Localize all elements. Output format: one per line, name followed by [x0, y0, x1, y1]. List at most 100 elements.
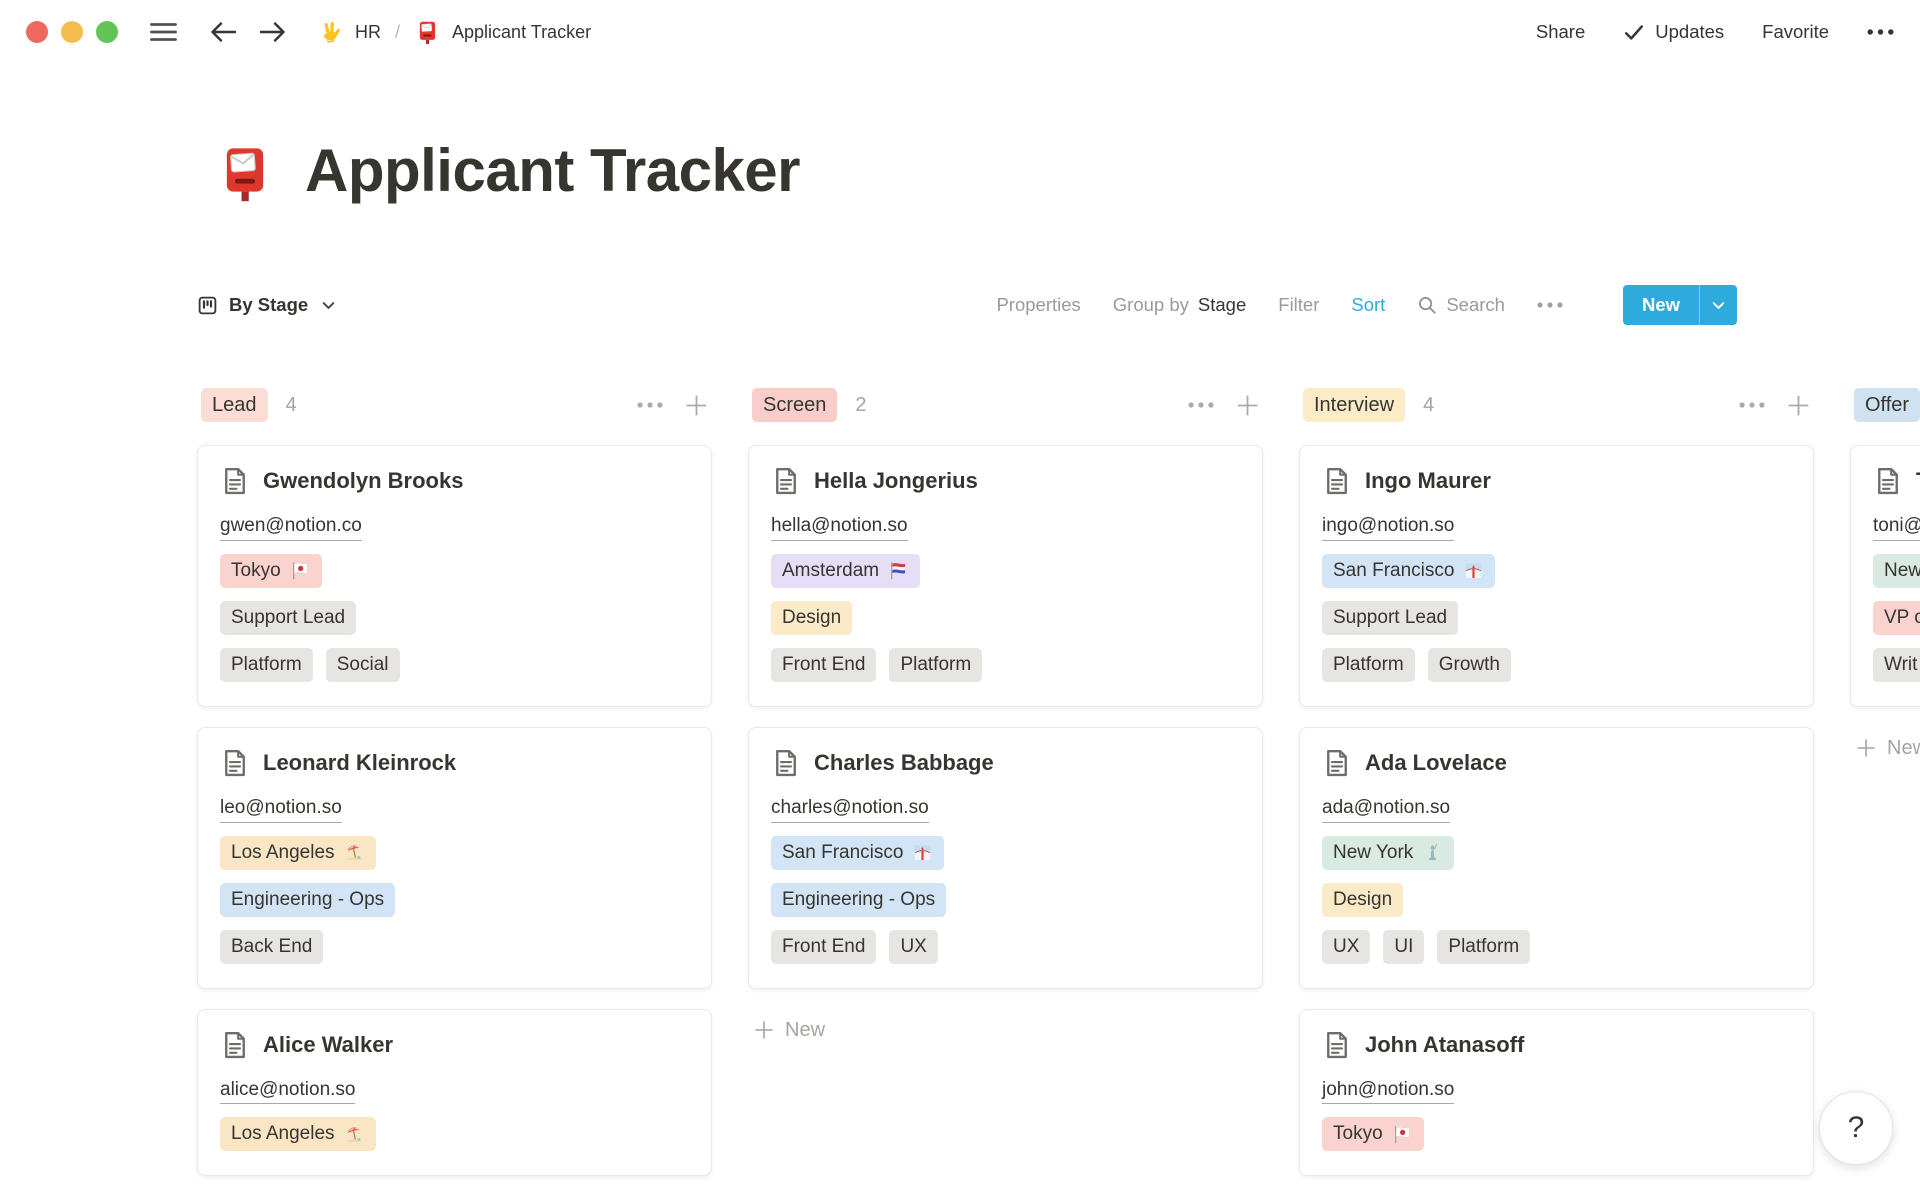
tag-label: San Francisco [782, 840, 903, 866]
tag: Growth [1428, 648, 1511, 682]
add-card-label: New [785, 1019, 825, 1042]
toolbar-more-icon[interactable] [1537, 302, 1563, 308]
card-email-link[interactable]: ingo@notion.so [1322, 514, 1454, 541]
tag: San Francisco [1322, 554, 1495, 588]
victory-hand-icon [317, 19, 344, 46]
column-name-badge[interactable]: Offer [1854, 388, 1920, 422]
bridge-icon [1463, 560, 1484, 581]
page-postbox-icon[interactable] [213, 142, 277, 206]
tag: Los Angeles [220, 836, 376, 870]
view-toolbar: By Stage Properties Group by Stage Filte… [197, 283, 1737, 327]
card-email-row: alice@notion.so [220, 1078, 689, 1105]
tag-row: Amsterdam [771, 554, 1240, 588]
add-card-button[interactable]: New [748, 1019, 1263, 1042]
tag-row: Los Angeles [220, 1117, 689, 1151]
tag-label: Design [1333, 887, 1392, 913]
tag: Tokyo [220, 554, 322, 588]
card-email-link[interactable]: ada@notion.so [1322, 796, 1450, 823]
new-button-dropdown[interactable] [1699, 285, 1737, 325]
toolbar-group-by[interactable]: Group by Stage [1113, 294, 1246, 316]
applicant-card[interactable]: Ada Lovelace ada@notion.so New York Desi… [1299, 727, 1814, 989]
card-email-row: gwen@notion.co [220, 514, 689, 541]
close-window-button[interactable] [26, 21, 48, 43]
tag: Support Lead [220, 601, 356, 635]
forward-arrow-icon[interactable] [259, 20, 287, 44]
view-tab-label: By Stage [229, 294, 308, 316]
tag-label: Engineering - Ops [782, 887, 935, 913]
column-add-icon[interactable] [1787, 394, 1810, 417]
tag-row: New [1873, 554, 1920, 588]
card-email-row: ingo@notion.so [1322, 514, 1791, 541]
tag-row: Platform Social [220, 648, 689, 682]
tag: UI [1383, 930, 1424, 964]
column-more-icon[interactable] [1739, 402, 1765, 408]
applicant-card[interactable]: Ingo Maurer ingo@notion.so San Francisco… [1299, 445, 1814, 707]
column-name-badge[interactable]: Lead [201, 388, 268, 422]
applicant-card[interactable]: Leonard Kleinrock leo@notion.so Los Ange… [197, 727, 712, 989]
card-title-row: T [1873, 466, 1920, 496]
help-button[interactable]: ? [1819, 1091, 1893, 1165]
updates-button[interactable]: Updates [1623, 21, 1724, 43]
card-email-link[interactable]: toni@ [1873, 514, 1920, 541]
card-email-link[interactable]: charles@notion.so [771, 796, 929, 823]
tag: Los Angeles [220, 1117, 376, 1151]
column-name-badge[interactable]: Screen [752, 388, 837, 422]
applicant-card[interactable]: T toni@ New VP o Writ [1850, 445, 1920, 707]
breadcrumb-workspace[interactable]: HR [355, 22, 381, 43]
card-email-link[interactable]: john@notion.so [1322, 1078, 1454, 1105]
sidebar-menu-icon[interactable] [150, 22, 177, 42]
applicant-card[interactable]: Charles Babbage charles@notion.so San Fr… [748, 727, 1263, 989]
add-card-label: New [1887, 737, 1920, 760]
view-tab-by-stage[interactable]: By Stage [197, 294, 335, 316]
updates-label: Updates [1655, 21, 1724, 43]
more-options-icon[interactable] [1867, 29, 1894, 35]
card-email-row: leo@notion.so [220, 796, 689, 823]
board-column: Screen 2 Hella Jongerius hella@notion.so… [748, 387, 1263, 1176]
add-card-button[interactable]: New [1850, 737, 1920, 760]
column-name-badge[interactable]: Interview [1303, 388, 1405, 422]
page-title[interactable]: Applicant Tracker [305, 136, 800, 205]
back-arrow-icon[interactable] [209, 20, 237, 44]
favorite-button[interactable]: Favorite [1762, 21, 1829, 43]
share-button[interactable]: Share [1536, 21, 1585, 43]
toolbar-sort[interactable]: Sort [1351, 294, 1385, 316]
card-title: Leonard Kleinrock [263, 750, 456, 776]
plus-icon [1856, 738, 1876, 758]
card-title-row: Leonard Kleinrock [220, 748, 689, 778]
toolbar-search[interactable]: Search [1417, 294, 1505, 316]
toolbar-properties[interactable]: Properties [996, 294, 1080, 316]
column-add-icon[interactable] [1236, 394, 1259, 417]
card-email-link[interactable]: hella@notion.so [771, 514, 908, 541]
zoom-window-button[interactable] [96, 21, 118, 43]
card-email-link[interactable]: gwen@notion.co [220, 514, 362, 541]
breadcrumb-page[interactable]: Applicant Tracker [452, 22, 591, 43]
tag-label: Support Lead [231, 605, 345, 631]
tag-row: Design [1322, 883, 1791, 917]
column-more-icon[interactable] [1188, 402, 1214, 408]
column-add-icon[interactable] [685, 394, 708, 417]
applicant-card[interactable]: Hella Jongerius hella@notion.so Amsterda… [748, 445, 1263, 707]
plus-icon [754, 1020, 774, 1040]
column-cards: T toni@ New VP o Writ [1850, 445, 1920, 707]
column-more-icon[interactable] [637, 402, 663, 408]
page-header: Applicant Tracker [213, 136, 800, 206]
tag-label: Design [782, 605, 841, 631]
card-email-link[interactable]: alice@notion.so [220, 1078, 355, 1105]
toolbar-filter[interactable]: Filter [1278, 294, 1319, 316]
new-button[interactable]: New [1623, 285, 1737, 325]
applicant-card[interactable]: John Atanasoff john@notion.so Tokyo [1299, 1009, 1814, 1177]
minimize-window-button[interactable] [61, 21, 83, 43]
card-tags: New VP o Writ [1873, 554, 1920, 682]
card-email-link[interactable]: leo@notion.so [220, 796, 342, 823]
applicant-card[interactable]: Gwendolyn Brooks gwen@notion.co Tokyo Su… [197, 445, 712, 707]
new-button-label[interactable]: New [1623, 285, 1699, 325]
card-title: Ada Lovelace [1365, 750, 1507, 776]
search-icon [1417, 295, 1437, 315]
applicant-card[interactable]: Alice Walker alice@notion.so Los Angeles [197, 1009, 712, 1177]
card-title-row: Hella Jongerius [771, 466, 1240, 496]
tag-row: Engineering - Ops [771, 883, 1240, 917]
board-view-icon [197, 295, 218, 316]
card-email-row: toni@ [1873, 514, 1920, 541]
page-icon [1322, 748, 1352, 778]
tag-row: VP o [1873, 601, 1920, 635]
